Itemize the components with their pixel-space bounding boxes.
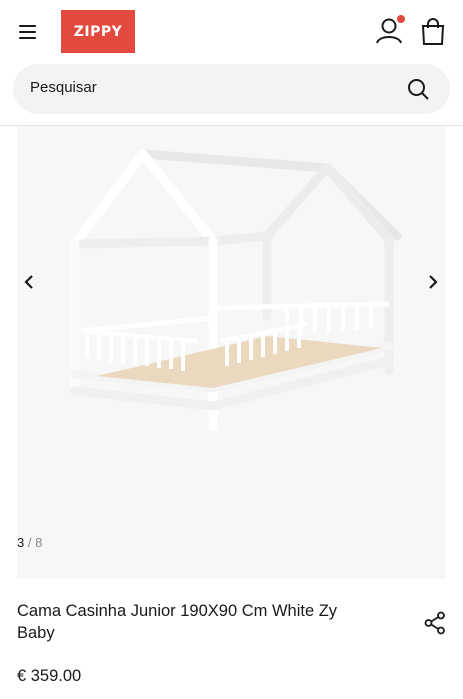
site-header: ZIPPY bbox=[0, 0, 463, 64]
hamburger-menu-icon[interactable] bbox=[16, 20, 40, 44]
notification-dot bbox=[397, 15, 405, 23]
product-price: € 359.00 bbox=[17, 667, 82, 685]
image-counter-total: 8 bbox=[35, 535, 43, 550]
search-icon[interactable] bbox=[406, 77, 430, 101]
account-button[interactable] bbox=[375, 15, 405, 46]
shopping-bag-button[interactable] bbox=[420, 17, 446, 47]
image-counter: 3 / 8 bbox=[17, 535, 42, 550]
image-counter-separator: / bbox=[27, 535, 32, 550]
chevron-right-icon[interactable] bbox=[422, 272, 442, 292]
chevron-left-icon[interactable] bbox=[20, 272, 40, 292]
product-image-gallery[interactable]: 3 / 8 bbox=[17, 126, 446, 579]
search-input[interactable]: Pesquisar bbox=[13, 64, 450, 114]
product-title: Cama Casinha Junior 190X90 Cm White Zy B… bbox=[17, 602, 338, 642]
search-placeholder: Pesquisar bbox=[30, 79, 97, 96]
zippy-logo[interactable]: ZIPPY bbox=[61, 10, 135, 53]
product-image-house-bed bbox=[70, 149, 402, 431]
share-icon[interactable] bbox=[424, 611, 446, 635]
shopping-bag-icon bbox=[421, 18, 445, 45]
image-counter-current: 3 bbox=[17, 535, 25, 550]
